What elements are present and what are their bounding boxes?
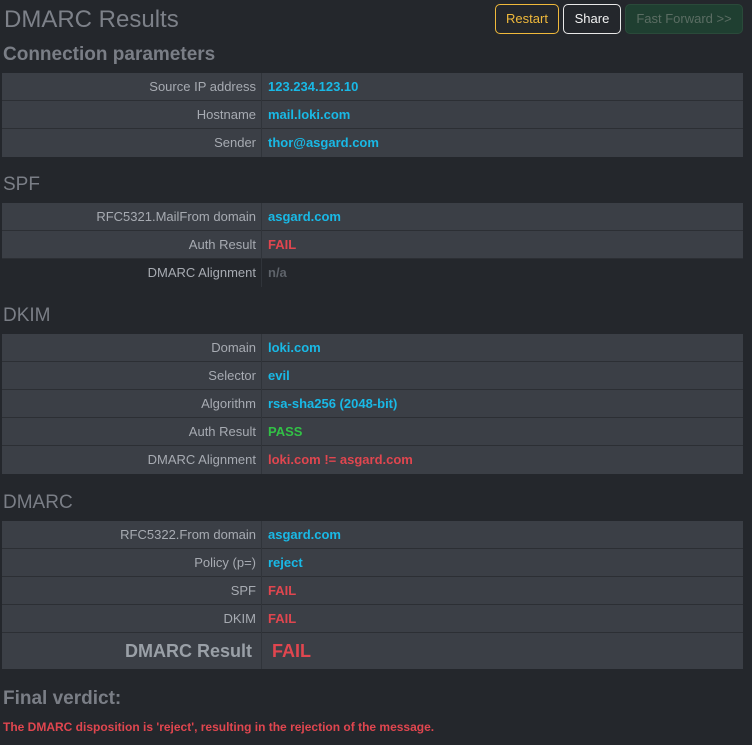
verdict-heading: Final verdict: xyxy=(3,688,122,709)
restart-button[interactable]: Restart xyxy=(495,4,559,34)
dmarc-results-page: DMARC Results Restart Share Fast Forward… xyxy=(0,0,752,745)
table-row: Source IP address 123.234.123.10 xyxy=(2,73,743,101)
dmarc-from-domain-value: asgard.com xyxy=(268,527,341,542)
column-divider xyxy=(261,549,262,577)
column-divider xyxy=(261,129,262,157)
row-label: Auth Result xyxy=(188,237,256,252)
dmarc-dkim-value: FAIL xyxy=(268,611,297,626)
column-divider xyxy=(261,362,262,390)
spf-alignment-value: n/a xyxy=(268,265,287,280)
table-row: RFC5322.From domain asgard.com xyxy=(2,521,743,549)
row-label: Algorithm xyxy=(201,396,256,411)
table-row: DKIM FAIL xyxy=(2,605,743,633)
fast-forward-button[interactable]: Fast Forward >> xyxy=(625,4,743,34)
column-divider xyxy=(261,259,262,287)
row-label: RFC5322.From domain xyxy=(120,527,256,542)
row-label: DMARC Alignment xyxy=(147,265,256,280)
row-label: Domain xyxy=(211,340,256,355)
row-label: Hostname xyxy=(196,107,256,122)
row-label: Policy (p=) xyxy=(194,555,256,570)
spf-heading: SPF xyxy=(3,174,40,195)
column-divider xyxy=(261,73,262,101)
dmarc-heading: DMARC xyxy=(3,492,73,513)
dkim-algorithm-value: rsa-sha256 (2048-bit) xyxy=(268,396,398,411)
dkim-alignment-value: loki.com != asgard.com xyxy=(268,452,413,467)
row-label: Selector xyxy=(208,368,256,383)
row-label: DMARC Alignment xyxy=(147,452,256,467)
table-row: Policy (p=) reject xyxy=(2,549,743,577)
table-row: Auth Result PASS xyxy=(2,418,743,446)
column-divider xyxy=(261,521,262,549)
row-label: SPF xyxy=(230,583,256,598)
column-divider xyxy=(261,203,262,231)
dkim-table: Domain loki.com Selector evil Algorithm … xyxy=(2,334,743,474)
dkim-auth-result-value: PASS xyxy=(268,424,303,439)
column-divider xyxy=(261,446,262,474)
column-divider xyxy=(261,101,262,129)
table-row: DMARC Alignment n/a xyxy=(2,259,743,287)
dkim-heading: DKIM xyxy=(3,305,51,326)
column-divider xyxy=(261,605,262,633)
row-label: DKIM xyxy=(223,611,257,626)
sender-value: thor@asgard.com xyxy=(268,135,379,150)
dmarc-result-label: DMARC Result xyxy=(124,641,252,661)
spf-table: RFC5321.MailFrom domain asgard.com Auth … xyxy=(2,203,743,287)
connection-heading: Connection parameters xyxy=(3,44,216,65)
row-label: Auth Result xyxy=(188,424,256,439)
column-divider xyxy=(261,231,262,259)
dmarc-table: RFC5322.From domain asgard.com Policy (p… xyxy=(2,521,743,669)
source-ip-value: 123.234.123.10 xyxy=(268,79,359,94)
row-label: RFC5321.MailFrom domain xyxy=(96,209,256,224)
table-row: DMARC Alignment loki.com != asgard.com xyxy=(2,446,743,474)
table-row: Hostname mail.loki.com xyxy=(2,101,743,129)
column-divider xyxy=(261,334,262,362)
spf-mailfrom-value: asgard.com xyxy=(268,209,341,224)
hostname-value: mail.loki.com xyxy=(268,107,351,122)
table-row: Auth Result FAIL xyxy=(2,231,743,259)
table-row: SPF FAIL xyxy=(2,577,743,605)
dmarc-result-row: DMARC Result FAIL xyxy=(2,633,743,669)
table-row: Selector evil xyxy=(2,362,743,390)
column-divider xyxy=(261,633,262,669)
spf-auth-result-value: FAIL xyxy=(268,237,297,252)
table-row: Domain loki.com xyxy=(2,334,743,362)
table-row: RFC5321.MailFrom domain asgard.com xyxy=(2,203,743,231)
column-divider xyxy=(261,418,262,446)
row-label: Source IP address xyxy=(149,79,256,94)
page-title: DMARC Results xyxy=(4,6,179,33)
row-label: Sender xyxy=(214,135,256,150)
column-divider xyxy=(261,577,262,605)
dmarc-policy-value: reject xyxy=(268,555,303,570)
table-row: Sender thor@asgard.com xyxy=(2,129,743,157)
column-divider xyxy=(261,390,262,418)
dmarc-result-value: FAIL xyxy=(272,641,311,661)
dkim-domain-value: loki.com xyxy=(268,340,321,355)
share-button[interactable]: Share xyxy=(563,4,621,34)
verdict-text: The DMARC disposition is 'reject', resul… xyxy=(3,720,435,734)
connection-table: Source IP address 123.234.123.10 Hostnam… xyxy=(2,73,743,157)
dmarc-spf-value: FAIL xyxy=(268,583,297,598)
table-row: Algorithm rsa-sha256 (2048-bit) xyxy=(2,390,743,418)
dkim-selector-value: evil xyxy=(268,368,290,383)
